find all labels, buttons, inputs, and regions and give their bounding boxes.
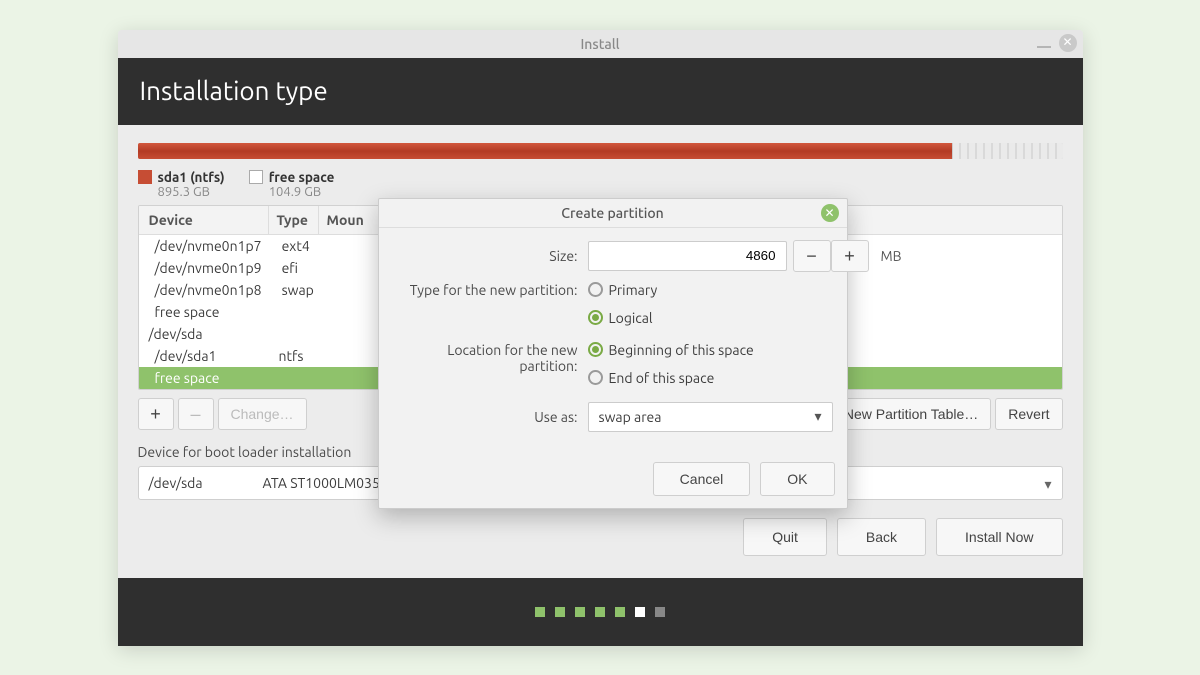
radio-begin-label: Beginning of this space: [609, 342, 754, 358]
minimize-icon[interactable]: [1037, 46, 1051, 48]
window-title: Install: [580, 36, 619, 52]
legend-swatch-ntfs: [138, 170, 152, 184]
radio-primary-label: Primary: [609, 282, 658, 298]
close-icon[interactable]: ✕: [1059, 34, 1077, 52]
col-header-type[interactable]: Type: [269, 206, 319, 234]
change-partition-button[interactable]: Change…: [218, 398, 307, 430]
chevron-down-icon: ▾: [814, 408, 821, 425]
legend-size-ntfs: 895.3 GB: [158, 185, 225, 199]
cell-device: /dev/sda1: [139, 345, 269, 367]
cell-device: /dev/nvme0n1p7: [139, 235, 272, 257]
legend-label-ntfs: sda1 (ntfs): [158, 169, 225, 185]
cell-type: ext4: [272, 235, 322, 257]
chevron-down-icon: ▾: [1044, 476, 1051, 493]
dialog-ok-button[interactable]: OK: [760, 462, 834, 496]
cell-type: [269, 367, 319, 389]
step-dot: [595, 607, 605, 617]
legend-label-free: free space: [269, 169, 335, 185]
cell-device: /dev/nvme0n1p9: [139, 257, 272, 279]
installer-window: Install ✕ Installation type sda1 (ntfs) …: [118, 30, 1083, 646]
use-as-label: Use as:: [393, 409, 588, 425]
size-unit: MB: [881, 248, 902, 264]
back-button[interactable]: Back: [837, 518, 926, 556]
cell-type: [269, 323, 319, 345]
page-title: Installation type: [118, 58, 1083, 125]
disk-segment-ntfs: [138, 143, 952, 159]
dialog-close-icon[interactable]: ✕: [821, 204, 839, 222]
titlebar: Install ✕: [118, 30, 1083, 58]
radio-end-label: End of this space: [609, 370, 715, 386]
step-dot: [575, 607, 585, 617]
boot-device: /dev/sda: [149, 475, 203, 491]
legend-size-free: 104.9 GB: [269, 185, 335, 199]
step-dot: [535, 607, 545, 617]
cell-type: efi: [272, 257, 322, 279]
install-now-button[interactable]: Install Now: [936, 518, 1062, 556]
quit-button[interactable]: Quit: [743, 518, 827, 556]
size-input[interactable]: [588, 241, 787, 271]
progress-dots: [118, 578, 1083, 646]
radio-end[interactable]: [588, 370, 603, 385]
cell-type: swap: [272, 279, 324, 301]
step-dot: [555, 607, 565, 617]
size-decrement-button[interactable]: −: [793, 240, 831, 272]
revert-button[interactable]: Revert: [995, 398, 1062, 430]
dialog-cancel-button[interactable]: Cancel: [653, 462, 751, 496]
use-as-value: swap area: [599, 409, 662, 425]
cell-device: free space: [139, 301, 269, 323]
radio-logical[interactable]: [588, 310, 603, 325]
size-increment-button[interactable]: +: [831, 240, 869, 272]
size-label: Size:: [393, 248, 588, 264]
col-header-device[interactable]: Device: [139, 206, 269, 234]
new-partition-table-button[interactable]: New Partition Table…: [831, 398, 991, 430]
type-label: Type for the new partition:: [393, 282, 588, 298]
radio-begin[interactable]: [588, 342, 603, 357]
use-as-select[interactable]: swap area ▾: [588, 402, 833, 432]
cell-device: /dev/sda: [139, 323, 269, 345]
add-partition-button[interactable]: +: [138, 398, 174, 430]
legend-swatch-free: [249, 170, 263, 184]
disk-usage-bar: [138, 143, 1063, 159]
cell-device: /dev/nvme0n1p8: [139, 279, 272, 301]
dialog-title: Create partition: [561, 205, 663, 221]
location-label: Location for the new partition:: [393, 342, 588, 374]
radio-logical-label: Logical: [609, 310, 653, 326]
step-dot: [635, 607, 645, 617]
disk-segment-free: [952, 143, 1063, 159]
step-dot: [615, 607, 625, 617]
radio-primary[interactable]: [588, 282, 603, 297]
step-dot: [655, 607, 665, 617]
cell-device: free space: [139, 367, 269, 389]
create-partition-dialog: Create partition ✕ Size: − + MB: [378, 198, 848, 509]
cell-type: ntfs: [269, 345, 319, 367]
remove-partition-button[interactable]: –: [178, 398, 214, 430]
cell-type: [269, 301, 319, 323]
